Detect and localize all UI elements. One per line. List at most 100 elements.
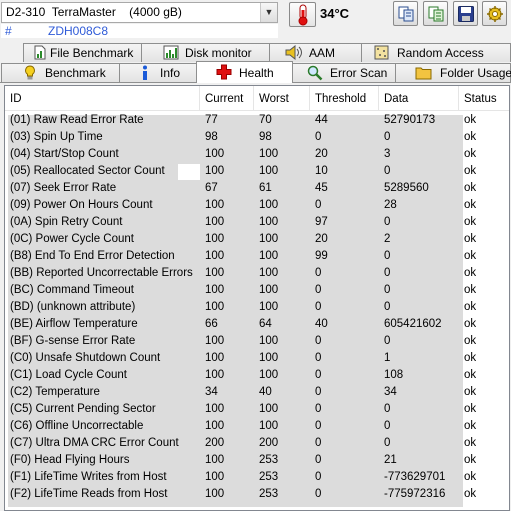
tab-file-benchmark[interactable]: File Benchmark [23,43,142,62]
table-row[interactable]: (C0) Unsafe Shutdown Count 100 100 0 1 ok [5,350,509,367]
current-value: 100 [205,369,225,381]
raw-data: 0 [384,420,391,432]
worst-value: 253 [259,488,279,500]
magnifier-icon [307,65,323,81]
table-row[interactable]: (09) Power On Hours Count 100 100 0 28 ok [5,197,509,214]
raw-data: 0 [384,284,391,296]
table-row[interactable]: (BB) Reported Uncorrectable Errors 100 100… [5,265,509,282]
threshold-value: 40 [315,318,328,330]
threshold-value: 99 [315,250,328,262]
table-row[interactable]: (C7) Ultra DMA CRC Error Count 200 200 0 0 ok [5,435,509,452]
status: ok [464,199,477,211]
threshold-value: 45 [315,182,328,194]
tab-label: AAM [309,46,336,60]
worst-value: 61 [259,182,272,194]
drive-model: D2-310 TerraMaster [6,5,116,19]
copy-button[interactable] [393,1,418,26]
tab-label: Random Access [397,46,484,60]
table-row[interactable]: (C2) Temperature 34 40 0 34 ok [5,384,509,401]
column-header-id[interactable]: ID [5,86,200,111]
tab-label: Info [160,66,181,80]
tab-error-scan[interactable]: Error Scan [292,63,396,82]
random-access-icon [374,45,389,60]
tab-folder-usage[interactable]: Folder Usage [395,63,511,82]
drive-capacity: (4000 gB) [129,5,182,19]
options-button[interactable] [482,1,507,26]
column-header-worst[interactable]: Worst [254,86,310,111]
worst-value: 100 [259,335,279,347]
current-value: 77 [205,114,218,126]
attribute-id: (C7) Ultra DMA CRC Error Count [10,437,179,449]
tab-health[interactable]: Health [196,61,293,83]
status: ok [464,250,477,262]
attribute-id: (C6) Offline Uncorrectable [10,420,144,432]
attribute-id: (03) Spin Up Time [10,131,103,143]
table-row[interactable]: (05) Reallocated Sector Count 100 100 10 0 ok [5,163,509,180]
column-header-status[interactable]: Status [459,86,509,111]
attribute-id: (04) Start/Stop Count [10,148,119,160]
table-row[interactable]: (F1) LifeTime Writes from Host 100 253 0 -77… [5,469,509,486]
worst-value: 100 [259,165,279,177]
attribute-id: (F1) LifeTime Writes from Host [10,471,167,483]
attribute-id: (C0) Unsafe Shutdown Count [10,352,161,364]
tab-random-access[interactable]: Random Access [361,43,511,62]
table-row[interactable]: (F0) Head Flying Hours 100 253 0 21 ok [5,452,509,469]
table-row[interactable]: (C1) Load Cycle Count 100 100 0 108 ok [5,367,509,384]
attribute-id: (F2) LifeTime Reads from Host [10,488,168,500]
copy-all-button[interactable] [423,1,448,26]
file-benchmark-icon [34,45,46,60]
threshold-value: 20 [315,233,328,245]
table-row[interactable]: (C5) Current Pending Sector 100 100 0 0 ok [5,401,509,418]
table-row[interactable]: (04) Start/Stop Count 100 100 20 3 ok [5,146,509,163]
tab-disk-monitor[interactable]: Disk monitor [141,43,270,62]
options-icon [487,6,503,22]
threshold-value: 10 [315,165,328,177]
chevron-down-icon[interactable]: ▼ [260,3,277,22]
raw-data: 5289560 [384,182,429,194]
threshold-value: 44 [315,114,328,126]
bulb-icon [25,65,35,80]
save-button[interactable] [453,1,478,26]
attribute-id: (BD) (unknown attribute) [10,301,136,313]
threshold-value: 0 [315,403,322,415]
column-header-threshold[interactable]: Threshold [310,86,379,111]
worst-value: 100 [259,420,279,432]
status: ok [464,114,477,126]
raw-data: 28 [384,199,397,211]
threshold-value: 0 [315,301,322,313]
save-icon [458,6,474,22]
status: ok [464,318,477,330]
info-icon [143,65,147,80]
table-row[interactable]: (BE) Airflow Temperature 66 64 40 605421602 o… [5,316,509,333]
raw-data: 52790173 [384,114,436,126]
raw-data: 0 [384,250,391,262]
attribute-id: (B8) End To End Error Detection [10,250,175,262]
table-row[interactable]: (01) Raw Read Error Rate 77 70 44 52790173 ok [5,112,509,129]
tab-label: Folder Usage [440,66,511,80]
table-row[interactable]: (BC) Command Timeout 100 100 0 0 ok [5,282,509,299]
attribute-id: (BF) G-sense Error Rate [10,335,136,347]
current-value: 100 [205,454,225,466]
table-row[interactable]: (07) Seek Error Rate 67 61 45 5289560 ok [5,180,509,197]
status: ok [464,471,477,483]
column-header-current[interactable]: Current [200,86,254,111]
raw-data: 34 [384,386,397,398]
drive-select[interactable]: D2-310 TerraMaster (4000 gB) ▼ [1,2,278,23]
table-row[interactable]: (C6) Offline Uncorrectable 100 100 0 0 ok [5,418,509,435]
table-row[interactable]: (0A) Spin Retry Count 100 100 97 0 ok [5,214,509,231]
table-row[interactable]: (0C) Power Cycle Count 100 100 20 2 ok [5,231,509,248]
worst-value: 100 [259,369,279,381]
table-row[interactable]: (B8) End To End Error Detection 100 100 99 0… [5,248,509,265]
table-row[interactable]: (03) Spin Up Time 98 98 0 0 ok [5,129,509,146]
serial-number: ZDH008C8 [48,24,109,38]
table-row[interactable]: (BF) G-sense Error Rate 100 100 0 0 ok [5,333,509,350]
tab-info[interactable]: Info [119,63,197,82]
table-row[interactable]: (BD) (unknown attribute) 100 100 0 0 ok [5,299,509,316]
tab-benchmark[interactable]: Benchmark [1,63,120,82]
column-header-data[interactable]: Data [379,86,459,111]
tab-aam[interactable]: AAM [269,43,362,62]
worst-value: 100 [259,301,279,313]
current-value: 100 [205,199,225,211]
current-value: 100 [205,403,225,415]
table-row[interactable]: (F2) LifeTime Reads from Host 100 253 0 -775… [5,486,509,503]
